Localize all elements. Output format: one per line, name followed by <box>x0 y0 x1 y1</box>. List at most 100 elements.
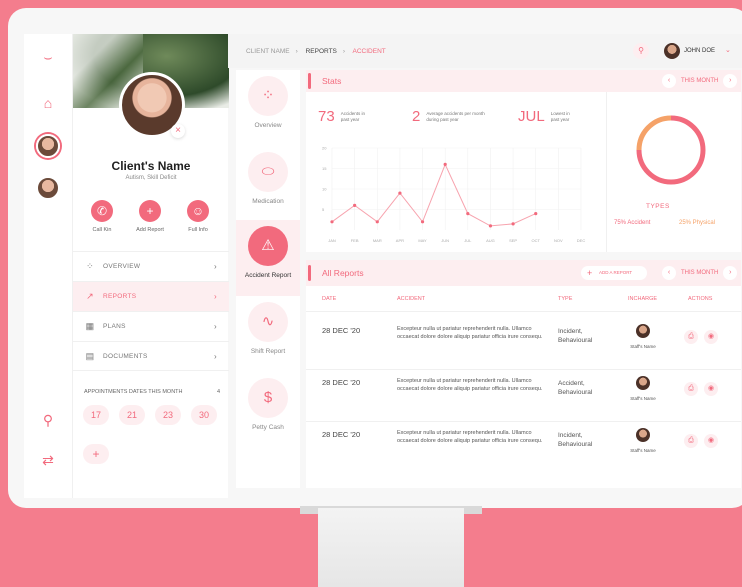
monitor-stand <box>318 508 464 587</box>
y-tick-label: 20 <box>322 146 327 151</box>
trend-icon: ↗ <box>86 291 94 301</box>
staff-avatar <box>636 324 650 338</box>
print-icon[interactable]: ⎙ <box>684 434 698 448</box>
chevron-left-icon[interactable]: ‹ <box>662 74 676 88</box>
document-icon: ▤ <box>85 350 95 361</box>
breadcrumb-current: ACCIDENT <box>352 48 386 55</box>
top-bar: CLIENT NAME › REPORTS › ACCIDENT ⚲ JOHN DO… <box>228 34 742 68</box>
call-kin-button[interactable]: ✆ Call Kin <box>82 200 122 233</box>
chevron-left-icon[interactable]: ‹ <box>662 266 676 280</box>
sync-icon[interactable]: ⇄ <box>37 449 59 471</box>
chevron-right-icon: › <box>214 262 217 271</box>
call-kin-label: Call Kin <box>92 227 112 233</box>
chevron-right-icon: › <box>214 351 217 361</box>
add-report-button[interactable]: + Add Report <box>130 200 170 233</box>
x-tick-label: OCT <box>532 238 541 243</box>
search-icon[interactable]: ⚲ <box>37 409 59 431</box>
nav-label: Overview <box>254 122 282 129</box>
add-report-pill[interactable]: + ADD A REPORT <box>581 266 647 280</box>
client-avatar[interactable] <box>36 176 60 200</box>
stats-card: Stats ‹ THIS MONTH › 73 Accidents in pas… <box>306 70 741 252</box>
print-icon[interactable]: ⎙ <box>684 382 698 396</box>
chevron-down-icon[interactable]: ⌄ <box>725 46 731 54</box>
view-icon[interactable]: ◉ <box>704 382 718 396</box>
nav-overview[interactable]: ⁘ Overview <box>236 70 300 146</box>
reports-header: All Reports + ADD A REPORT ‹ THIS MONTH … <box>306 260 741 286</box>
calendar-icon: ▦ <box>85 321 95 331</box>
kpi-value: 2 <box>412 108 421 125</box>
chevron-right-icon: › <box>214 292 217 301</box>
nav-shift-report[interactable]: ∿ Shift Report <box>236 296 300 372</box>
breadcrumb-item[interactable]: REPORTS <box>306 48 337 55</box>
column-header: TYPE <box>558 296 573 302</box>
menu-item-documents[interactable]: ▤ DOCUMENTS › <box>73 341 229 371</box>
logo-icon[interactable]: ⌣ <box>37 46 59 68</box>
print-icon[interactable]: ⎙ <box>684 330 698 344</box>
y-tick-label: 10 <box>322 187 327 192</box>
app-screen: ⌣ ⌂ ⚲ ⇄ × Client's Name Autism, Skill De… <box>24 34 742 508</box>
table-header: DATE ACCIDENT TYPE INCHARGE ACTIONS <box>306 296 741 312</box>
accent-bar <box>308 265 311 281</box>
chevron-right-icon[interactable]: › <box>723 266 738 280</box>
types-donut-chart <box>636 115 706 185</box>
appointment-date[interactable]: 17 <box>83 405 109 425</box>
donut-label: TYPES <box>646 203 670 210</box>
nav-petty-cash[interactable]: $ Petty Cash <box>236 372 300 448</box>
appointment-date[interactable]: 30 <box>191 405 217 425</box>
staff-name: Staff's Name <box>630 344 656 349</box>
chevron-right-icon[interactable]: › <box>723 74 738 88</box>
search-button[interactable]: ⚲ <box>633 43 649 59</box>
warning-icon: ⚠ <box>248 226 288 266</box>
full-info-label: Full Info <box>188 227 208 233</box>
table-row[interactable]: 28 DEC '20 Excepteur nulla ut pariatur r… <box>306 422 741 474</box>
appointments-title: APPOINTMENTS DATES THIS MONTH <box>84 389 183 395</box>
data-point <box>466 212 470 216</box>
accident-line-chart: JAN FEB MAR APR MAY JUN JUL AUG SEP OCT NOV DEC 20 15… <box>322 146 586 244</box>
menu-item-plans[interactable]: ▦ PLANS › <box>73 311 229 341</box>
data-point <box>420 220 425 224</box>
staff-avatar <box>636 428 650 442</box>
table-row[interactable]: 28 DEC '20 Excepteur nulla ut pariatur r… <box>306 370 741 422</box>
x-tick-label: APR <box>396 238 404 243</box>
x-tick-label: JAN <box>328 238 336 243</box>
series-line <box>331 163 536 227</box>
add-appointment-button[interactable]: + <box>83 444 109 464</box>
menu-item-reports[interactable]: ↗ REPORTS › <box>73 281 229 311</box>
x-tick-label: FEB <box>351 238 359 243</box>
appointments-header: APPOINTMENTS DATES THIS MONTH 4 <box>84 389 220 395</box>
close-icon[interactable]: × <box>171 124 185 138</box>
appointment-date[interactable]: 21 <box>119 405 145 425</box>
row-type: Incident, Behavioural <box>558 432 593 449</box>
appointment-date[interactable]: 23 <box>155 405 181 425</box>
column-header: INCHARGE <box>628 296 658 302</box>
user-icon: ☺ <box>187 200 209 222</box>
user-name[interactable]: JOHN DOE <box>684 48 715 54</box>
x-tick-label: MAY <box>418 238 427 243</box>
client-avatar-active[interactable] <box>36 134 60 158</box>
menu-item-overview[interactable]: ⁘ OVERVIEW › <box>73 251 229 281</box>
data-point <box>511 222 515 226</box>
y-tick-label: 5 <box>322 207 325 212</box>
nav-label: Accident Report <box>244 272 292 279</box>
breadcrumb-item[interactable]: CLIENT NAME <box>246 48 290 55</box>
nav-accident-report[interactable]: ⚠ Accident Report <box>236 220 300 296</box>
menu-label: OVERVIEW <box>103 263 141 270</box>
x-tick-label: AUG <box>486 238 495 243</box>
home-icon[interactable]: ⌂ <box>37 92 59 114</box>
table-row[interactable]: 28 DEC '20 Excepteur nulla ut pariatur r… <box>306 318 741 370</box>
x-tick-label: MAR <box>373 238 382 243</box>
row-type: Incident, Behavioural <box>558 328 593 345</box>
user-avatar[interactable] <box>664 43 680 59</box>
data-point <box>398 191 402 195</box>
row-date: 28 DEC '20 <box>322 326 361 335</box>
row-description: Excepteur nulla ut pariatur reprehenderi… <box>397 326 543 340</box>
view-icon[interactable]: ◉ <box>704 434 718 448</box>
nav-medication[interactable]: ⬭ Medication <box>236 146 300 222</box>
x-tick-label: DEC <box>577 238 586 243</box>
legend-accident: 75% Accident <box>614 220 651 226</box>
full-info-button[interactable]: ☺ Full Info <box>178 200 218 233</box>
data-point <box>353 203 357 207</box>
view-icon[interactable]: ◉ <box>704 330 718 344</box>
accent-bar <box>308 73 311 89</box>
chevron-right-icon: › <box>214 322 217 331</box>
